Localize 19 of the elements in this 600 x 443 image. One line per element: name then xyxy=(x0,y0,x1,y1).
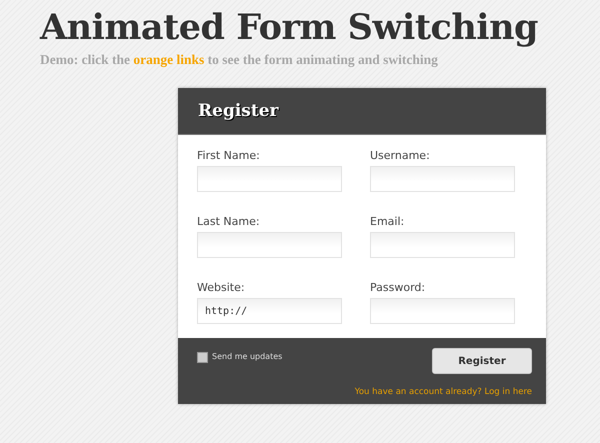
page-title: Animated Form Switching xyxy=(40,6,539,50)
subtitle: Demo: click the orange links to see the form animating and switching xyxy=(40,52,439,68)
input-field[interactable]: http:// xyxy=(197,298,342,324)
checkbox[interactable] xyxy=(197,352,208,363)
field-label: Last Name: xyxy=(197,215,261,228)
login-link[interactable]: You have an account already? Log in here xyxy=(354,387,532,397)
field-label: First Name: xyxy=(197,149,261,162)
input-field[interactable] xyxy=(370,232,515,258)
form-heading: Register xyxy=(198,101,278,121)
input-field[interactable] xyxy=(197,166,342,192)
input-field[interactable] xyxy=(370,166,515,192)
field-label: Username: xyxy=(370,149,431,162)
checkbox-label: Send me updates xyxy=(212,352,282,361)
register-button[interactable]: Register xyxy=(432,348,532,374)
field-label: Email: xyxy=(370,215,406,228)
field-label: Password: xyxy=(370,281,426,294)
field-label: Website: xyxy=(197,281,246,294)
input-field[interactable] xyxy=(370,298,515,324)
input-field[interactable] xyxy=(197,232,342,258)
